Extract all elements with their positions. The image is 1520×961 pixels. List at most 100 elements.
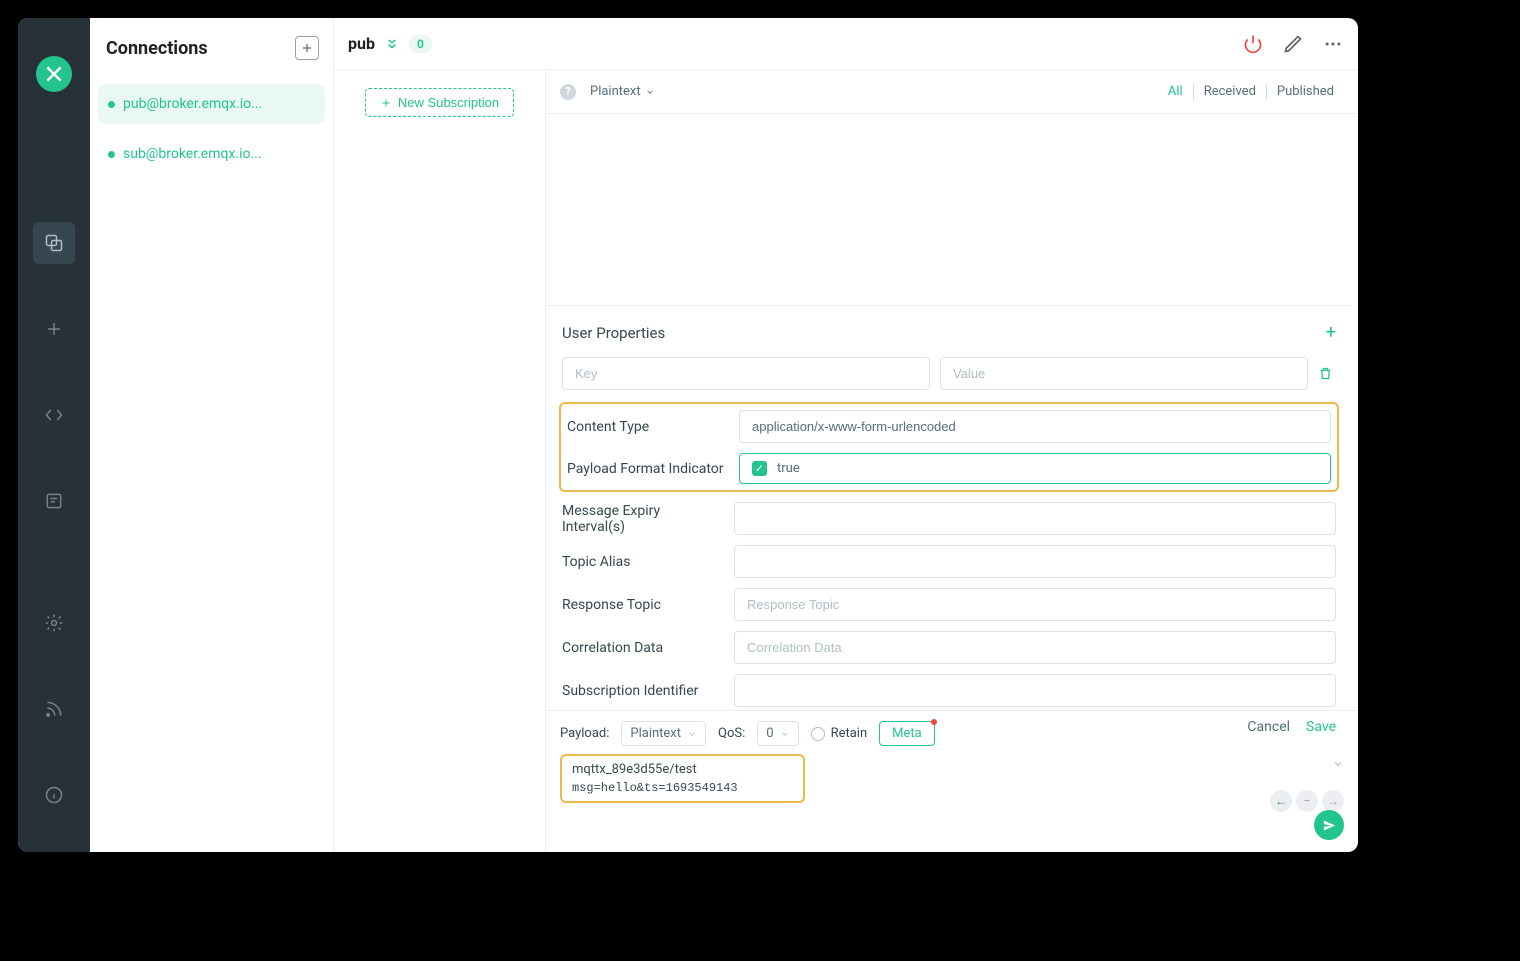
new-subscription-button[interactable]: New Subscription: [365, 88, 514, 117]
edit-icon[interactable]: [1282, 33, 1304, 55]
correlation-data-input[interactable]: [734, 631, 1336, 664]
meta-button[interactable]: Meta: [879, 721, 935, 746]
topic-alias-row: Topic Alias: [562, 545, 1336, 578]
message-expiry-input[interactable]: [734, 502, 1336, 535]
delete-property-icon[interactable]: [1318, 366, 1336, 381]
publish-bar: Payload: Plaintext QoS: 0 Retain: [546, 710, 1358, 852]
property-value-input[interactable]: [940, 357, 1308, 390]
subscription-id-label: Subscription Identifier: [562, 683, 724, 699]
log-icon[interactable]: [33, 480, 75, 522]
bottom-nav-icons: [33, 602, 75, 816]
subscription-panel: New Subscription: [334, 70, 546, 852]
message-area: ? Plaintext All Received Published: [546, 70, 1358, 852]
filter-tab-all[interactable]: All: [1158, 84, 1193, 99]
add-connection-button[interactable]: [295, 36, 319, 60]
topic-input[interactable]: mqttx_89e3d55e/test: [572, 762, 793, 777]
add-icon[interactable]: [33, 308, 75, 350]
history-nav: ← − →: [1270, 790, 1344, 812]
script-icon[interactable]: [33, 394, 75, 436]
meta-button-label: Meta: [892, 726, 922, 741]
filter-tab-received[interactable]: Received: [1194, 84, 1266, 99]
user-properties-header: User Properties +: [562, 322, 1336, 343]
connection-tab-name: pub: [348, 34, 375, 53]
nav-sidebar: [18, 18, 90, 852]
user-property-row: [562, 357, 1336, 390]
codec-select[interactable]: Plaintext: [590, 84, 655, 99]
connection-item-sub[interactable]: sub@broker.emqx.io...: [98, 134, 325, 174]
publish-right: ← − →: [1270, 754, 1344, 812]
property-key-input[interactable]: [562, 357, 930, 390]
topic-alias-input[interactable]: [734, 545, 1336, 578]
correlation-data-label: Correlation Data: [562, 640, 724, 656]
main-area: pub 0 N: [334, 18, 1358, 852]
topbar-right: [1242, 33, 1344, 55]
connection-name: pub@broker.emqx.io...: [123, 96, 262, 112]
feed-icon[interactable]: [33, 688, 75, 730]
status-dot-icon: [108, 101, 115, 108]
new-subscription-label: New Subscription: [398, 95, 499, 110]
payload-format-field[interactable]: ✓ true: [739, 453, 1331, 484]
send-button[interactable]: [1314, 810, 1344, 840]
topic-alias-label: Topic Alias: [562, 554, 724, 570]
topbar: pub 0: [334, 18, 1358, 70]
content-type-label: Content Type: [567, 419, 729, 435]
collapse-icon[interactable]: [385, 37, 399, 51]
connections-icon[interactable]: [33, 222, 75, 264]
radio-icon: [811, 727, 825, 741]
content-type-input[interactable]: [739, 410, 1331, 443]
response-topic-input[interactable]: [734, 588, 1336, 621]
connections-title: Connections: [106, 38, 208, 59]
payload-codec-value: Plaintext: [630, 726, 681, 741]
app-window: Connections pub@broker.emqx.io... sub@br…: [18, 18, 1358, 852]
publish-editor[interactable]: mqttx_89e3d55e/test msg=hello&ts=1693549…: [560, 754, 805, 803]
subscription-id-input[interactable]: [734, 674, 1336, 707]
payload-format-label: Payload Format Indicator: [567, 461, 729, 477]
response-topic-label: Response Topic: [562, 597, 724, 613]
content-type-row: Content Type: [567, 410, 1331, 443]
message-filter-bar: ? Plaintext All Received Published: [546, 70, 1358, 114]
codec-label: Plaintext: [590, 84, 641, 99]
user-properties-title: User Properties: [562, 324, 665, 342]
add-property-icon[interactable]: +: [1326, 322, 1336, 343]
message-count-badge: 0: [409, 35, 432, 53]
settings-icon[interactable]: [33, 602, 75, 644]
connections-panel: Connections pub@broker.emqx.io... sub@br…: [90, 18, 334, 852]
correlation-data-row: Correlation Data: [562, 631, 1336, 664]
app-logo: [36, 56, 72, 92]
payload-format-value: true: [777, 461, 800, 476]
disconnect-icon[interactable]: [1242, 33, 1264, 55]
expand-icon[interactable]: [1332, 758, 1344, 770]
checkbox-checked-icon[interactable]: ✓: [752, 461, 767, 476]
connection-list: pub@broker.emqx.io... sub@broker.emqx.io…: [90, 74, 333, 194]
connections-header: Connections: [90, 18, 333, 74]
history-next-icon[interactable]: →: [1322, 790, 1344, 812]
help-icon[interactable]: ?: [560, 84, 576, 100]
qos-label: QoS:: [718, 726, 745, 741]
response-topic-row: Response Topic: [562, 588, 1336, 621]
message-expiry-label: Message Expiry Interval(s): [562, 503, 724, 535]
retain-toggle[interactable]: Retain: [811, 726, 868, 741]
meta-panel: User Properties + Content Type: [546, 305, 1352, 745]
payload-label: Payload:: [560, 726, 609, 741]
content: New Subscription ? Plaintext All Receive…: [334, 70, 1358, 852]
filter-tabs: All Received Published: [1158, 84, 1344, 99]
publish-controls: Payload: Plaintext QoS: 0 Retain: [560, 721, 1344, 746]
filter-tab-published[interactable]: Published: [1267, 84, 1344, 99]
qos-select[interactable]: 0: [757, 721, 798, 746]
connection-name: sub@broker.emqx.io...: [123, 146, 262, 162]
more-icon[interactable]: [1322, 33, 1344, 55]
info-icon[interactable]: [33, 774, 75, 816]
message-expiry-row: Message Expiry Interval(s): [562, 502, 1336, 535]
nav-icons: [33, 222, 75, 602]
highlighted-properties: Content Type Payload Format Indicator ✓ …: [559, 402, 1339, 492]
topbar-left: pub 0: [348, 34, 432, 53]
change-indicator-icon: [931, 719, 937, 725]
payload-format-row: Payload Format Indicator ✓ true: [567, 453, 1331, 484]
payload-input[interactable]: msg=hello&ts=1693549143: [572, 781, 793, 795]
payload-codec-select[interactable]: Plaintext: [621, 721, 706, 746]
history-prev-icon[interactable]: ←: [1270, 790, 1292, 812]
subscription-id-row: Subscription Identifier: [562, 674, 1336, 707]
connection-item-pub[interactable]: pub@broker.emqx.io...: [98, 84, 325, 124]
retain-label: Retain: [831, 726, 868, 741]
history-mid-icon[interactable]: −: [1296, 790, 1318, 812]
